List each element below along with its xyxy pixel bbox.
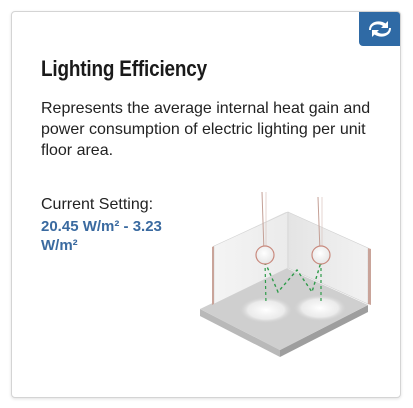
wall-left-edge [212,246,214,305]
room-lighting-illustration [200,192,371,357]
lighting-efficiency-card: Lighting Efficiency Represents the avera… [11,11,401,398]
current-setting-value: 20.45 W/m² - 3.23 W/m² [41,218,162,254]
link-swap-icon [369,20,391,37]
corner-link-button[interactable] [359,12,400,46]
wall-right-edge [368,248,371,305]
current-setting-label: Current Setting: [41,196,154,213]
bulb-left [255,245,275,265]
light-pool-right [294,295,346,321]
bulb-right [311,245,331,265]
card-title: Lighting Efficiency [41,56,207,81]
card-description: Represents the average internal heat gai… [41,100,371,159]
